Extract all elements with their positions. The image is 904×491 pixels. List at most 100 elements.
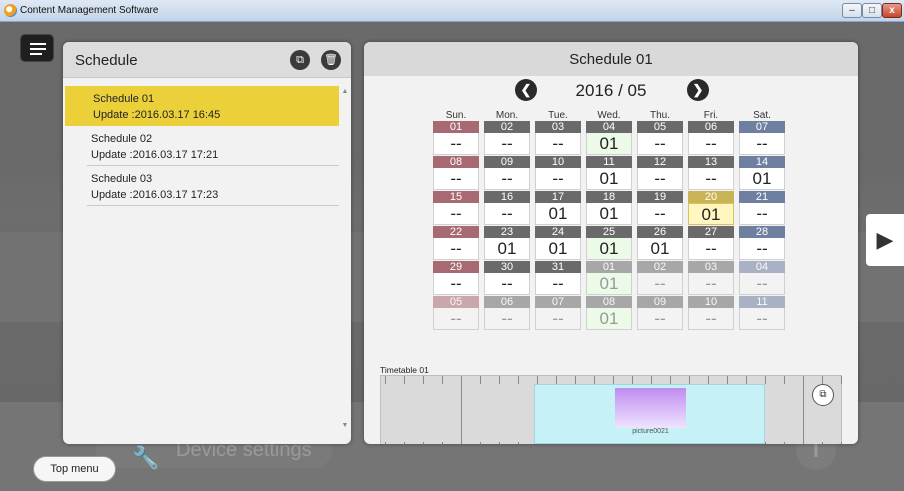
schedule-name: Schedule 02	[91, 133, 153, 145]
timetable-timeline[interactable]: picture0021 ⧉	[380, 375, 842, 444]
timeline-tick	[518, 442, 519, 444]
timeline-tick	[423, 376, 424, 384]
calendar-day-cell[interactable]: 10 --	[688, 296, 734, 330]
calendar-day-number: 31	[535, 261, 581, 273]
calendar-day-cell[interactable]: 07 --	[739, 121, 785, 155]
calendar-day-cell[interactable]: 06 --	[484, 296, 530, 330]
timeline-tick	[461, 442, 462, 444]
calendar-day-number: 10	[688, 296, 734, 308]
calendar-timetable-value: --	[637, 133, 683, 155]
scroll-down-icon[interactable]: ▼	[341, 422, 349, 429]
timeline-tick	[746, 376, 747, 384]
calendar-timetable-value: --	[433, 133, 479, 155]
calendar-day-number: 03	[535, 121, 581, 133]
hamburger-menu-icon[interactable]	[20, 34, 54, 62]
calendar-day-cell[interactable]: 14 01	[739, 156, 785, 190]
trash-icon[interactable]: 🗑	[321, 50, 341, 70]
calendar-day-cell[interactable]: 02 --	[484, 121, 530, 155]
calendar-day-cell[interactable]: 05 --	[433, 296, 479, 330]
calendar-day-cell[interactable]: 24 01	[535, 226, 581, 260]
calendar-day-cell[interactable]: 19 --	[637, 191, 683, 225]
calendar-day-cell[interactable]: 21 --	[739, 191, 785, 225]
calendar-day-number: 21	[739, 191, 785, 203]
schedule-list-item[interactable]: Schedule 01 Update :2016.03.17 16:45	[65, 86, 339, 126]
calendar-day-cell[interactable]: 12 --	[637, 156, 683, 190]
minimize-button[interactable]: –	[842, 3, 862, 18]
copy-icon[interactable]: ⧉	[290, 50, 310, 70]
calendar-day-cell[interactable]: 25 01	[586, 226, 632, 260]
calendar-day-cell[interactable]: 01 --	[433, 121, 479, 155]
calendar-day-number: 23	[484, 226, 530, 238]
scroll-up-icon[interactable]: ▲	[341, 88, 349, 95]
calendar-timetable-value: 01	[586, 308, 632, 330]
calendar-day-cell[interactable]: 20 01	[688, 191, 734, 225]
calendar-day-cell[interactable]: 17 01	[535, 191, 581, 225]
timeline-tick	[480, 442, 481, 444]
schedule-panel: Schedule ⧉ 🗑 Schedule 01 Update :2016.03.…	[63, 42, 351, 444]
calendar-timetable-value: 01	[586, 168, 632, 190]
calendar-day-cell[interactable]: 31 --	[535, 261, 581, 295]
chevron-left-icon[interactable]: ❮	[515, 79, 537, 101]
timeline-tick	[461, 376, 462, 444]
calendar-day-cell[interactable]: 27 --	[688, 226, 734, 260]
calendar-day-cell[interactable]: 29 --	[433, 261, 479, 295]
timetable-content-block[interactable]: picture0021	[534, 384, 765, 444]
expand-icon[interactable]: ⧉	[812, 384, 834, 406]
timeline-tick	[613, 376, 614, 384]
calendar-timetable-value: --	[637, 168, 683, 190]
content-name: picture0021	[632, 428, 669, 435]
calendar-day-number: 19	[637, 191, 683, 203]
calendar-day-cell[interactable]: 01 01	[586, 261, 632, 295]
calendar-day-cell[interactable]: 11 01	[586, 156, 632, 190]
play-right-icon[interactable]: ▶	[866, 214, 904, 266]
calendar-timetable-value: --	[433, 168, 479, 190]
calendar-day-cell[interactable]: 03 --	[535, 121, 581, 155]
calendar-day-cell[interactable]: 06 --	[688, 121, 734, 155]
calendar-day-cell[interactable]: 04 01	[586, 121, 632, 155]
calendar-day-cell[interactable]: 08 01	[586, 296, 632, 330]
maximize-button[interactable]: □	[862, 3, 882, 18]
calendar-day-cell[interactable]: 23 01	[484, 226, 530, 260]
calendar-day-cell[interactable]: 28 --	[739, 226, 785, 260]
chevron-right-icon[interactable]: ❯	[687, 79, 709, 101]
calendar-day-cell[interactable]: 08 --	[433, 156, 479, 190]
calendar-timetable-value: --	[535, 308, 581, 330]
timeline-tick	[556, 376, 557, 384]
calendar-day-number: 17	[535, 191, 581, 203]
calendar-day-cell[interactable]: 16 --	[484, 191, 530, 225]
timeline-tick	[632, 376, 633, 384]
app-area: 🔧 Device settings i Schedule ⧉ 🗑 Schedul…	[0, 22, 904, 491]
calendar-day-cell[interactable]: 04 --	[739, 261, 785, 295]
schedule-detail-panel: Schedule 01 ❮ 2016 / 05 ❯ Sun. Mon. Tue. We…	[364, 42, 858, 444]
calendar-day-cell[interactable]: 07 --	[535, 296, 581, 330]
calendar-day-number: 01	[586, 261, 632, 273]
calendar-day-number: 25	[586, 226, 632, 238]
schedule-list-item[interactable]: Schedule 03 Update :2016.03.17 17:23	[87, 166, 339, 206]
calendar-day-cell[interactable]: 05 --	[637, 121, 683, 155]
calendar-timetable-value: --	[688, 238, 734, 260]
calendar-timetable-value: 01	[688, 203, 734, 225]
schedule-list-item[interactable]: Schedule 02 Update :2016.03.17 17:21	[87, 126, 339, 166]
calendar-timetable-value: 01	[586, 203, 632, 225]
calendar-timetable-value: 01	[535, 238, 581, 260]
calendar-day-cell[interactable]: 13 --	[688, 156, 734, 190]
calendar-day-number: 07	[535, 296, 581, 308]
calendar-day-cell[interactable]: 03 --	[688, 261, 734, 295]
calendar-day-cell[interactable]: 02 --	[637, 261, 683, 295]
calendar-day-cell[interactable]: 30 --	[484, 261, 530, 295]
calendar-day-cell[interactable]: 26 01	[637, 226, 683, 260]
calendar-day-number: 09	[637, 296, 683, 308]
close-button[interactable]: x	[882, 3, 902, 18]
calendar-timetable-value: --	[484, 203, 530, 225]
calendar-day-cell[interactable]: 15 --	[433, 191, 479, 225]
calendar-day-cell[interactable]: 22 --	[433, 226, 479, 260]
schedule-list-scrollbar[interactable]: ▲ ▼	[341, 86, 349, 436]
calendar-day-cell[interactable]: 09 --	[637, 296, 683, 330]
calendar-day-cell[interactable]: 10 --	[535, 156, 581, 190]
top-menu-button[interactable]: Top menu	[33, 456, 116, 482]
calendar-day-cell[interactable]: 09 --	[484, 156, 530, 190]
calendar-day-cell[interactable]: 11 --	[739, 296, 785, 330]
timeline-tick	[727, 376, 728, 384]
calendar-timetable-value: --	[484, 308, 530, 330]
calendar-day-cell[interactable]: 18 01	[586, 191, 632, 225]
